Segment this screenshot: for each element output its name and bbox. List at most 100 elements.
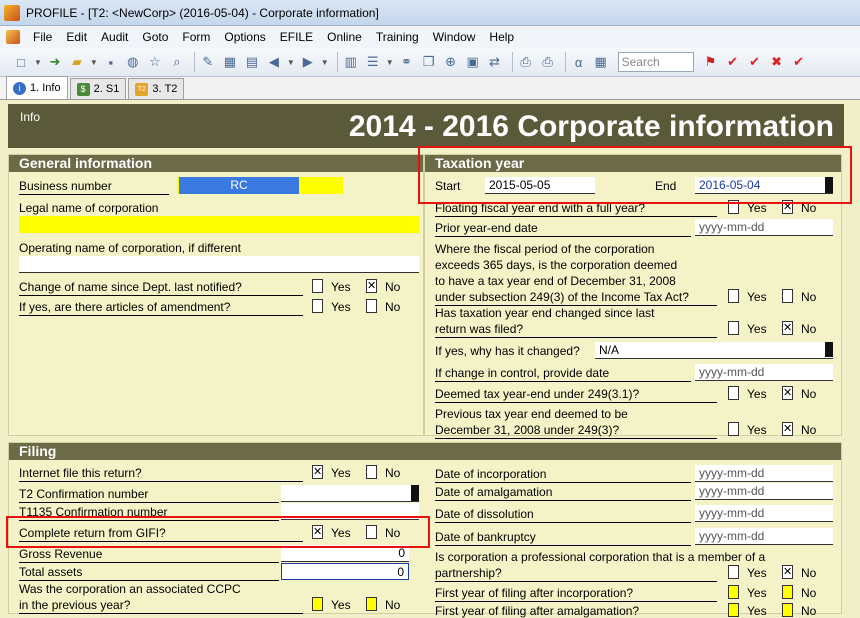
fiscal-yes-checkbox[interactable] xyxy=(728,289,739,303)
menu-form[interactable]: Form xyxy=(175,27,217,47)
internet-yes-checkbox[interactable]: ✕ xyxy=(312,465,323,479)
previous-no-checkbox[interactable]: ✕ xyxy=(782,422,793,436)
t2-confirmation-label: T2 Confirmation number xyxy=(19,487,149,501)
internet-no-checkbox[interactable] xyxy=(366,465,377,479)
yes-option-label: Yes xyxy=(747,387,767,401)
form-icon[interactable]: ▣ xyxy=(464,53,482,71)
first-inc-no-checkbox[interactable] xyxy=(782,585,793,599)
toolbar-divider xyxy=(193,52,195,72)
zoom-in-icon[interactable]: ⊕ xyxy=(442,53,460,71)
menu-goto[interactable]: Goto xyxy=(135,27,175,47)
underline xyxy=(435,601,717,602)
no-option-label: No xyxy=(801,423,817,437)
back-icon[interactable]: ◀ xyxy=(265,53,283,71)
menu-help[interactable]: Help xyxy=(482,27,521,47)
menu-training[interactable]: Training xyxy=(369,27,426,47)
change-name-no-checkbox[interactable]: ✕ xyxy=(366,279,377,293)
menu-audit[interactable]: Audit xyxy=(94,27,135,47)
business-number-label: Business number xyxy=(19,179,112,193)
amalgamation-date-field[interactable]: yyyy-mm-dd xyxy=(695,483,833,500)
first-amal-yes-checkbox[interactable] xyxy=(728,603,739,617)
no-option-label: No xyxy=(385,300,401,314)
mark-icon[interactable]: ✔ xyxy=(790,53,808,71)
menu-efile[interactable]: EFILE xyxy=(273,27,320,47)
t2-confirmation-field[interactable] xyxy=(281,485,419,502)
save-icon[interactable]: ▪ xyxy=(102,53,120,71)
star-icon[interactable]: ☆ xyxy=(146,53,164,71)
ccpc-yes-checkbox[interactable] xyxy=(312,597,323,611)
bankruptcy-date-label: Date of bankruptcy xyxy=(435,530,536,544)
grid-icon[interactable]: ▥ xyxy=(342,53,360,71)
print-all-icon[interactable]: ⎙ xyxy=(539,53,557,71)
audit-person-icon[interactable]: ⚑ xyxy=(702,53,720,71)
bankruptcy-date-field[interactable]: yyyy-mm-dd xyxy=(695,528,833,545)
legal-name-field[interactable] xyxy=(19,216,419,233)
change-name-label: Change of name since Dept. last notified… xyxy=(19,280,242,294)
forward-icon[interactable]: ▶ xyxy=(299,53,317,71)
efile-icon[interactable]: ⇄ xyxy=(486,53,504,71)
dissolution-date-field[interactable]: yyyy-mm-dd xyxy=(695,505,833,522)
changed-no-checkbox[interactable]: ✕ xyxy=(782,321,793,335)
check-all-icon[interactable]: ✔ xyxy=(746,53,764,71)
list-icon[interactable]: ☰ xyxy=(364,53,382,71)
menu-file[interactable]: File xyxy=(26,27,59,47)
tab-t2[interactable]: T2 3. T2 xyxy=(128,78,185,99)
copy-icon[interactable]: ❐ xyxy=(420,53,438,71)
control-date-field[interactable]: yyyy-mm-dd xyxy=(695,364,833,381)
changed-yes-checkbox[interactable] xyxy=(728,321,739,335)
import-icon[interactable]: ➜ xyxy=(46,53,64,71)
language-icon[interactable]: α xyxy=(570,53,588,71)
first-amal-no-checkbox[interactable] xyxy=(782,603,793,617)
business-number-field[interactable]: RC xyxy=(177,177,343,194)
search-input[interactable]: Search xyxy=(617,52,694,72)
t2-confirmation-dropdown[interactable] xyxy=(411,485,419,501)
underline xyxy=(19,481,303,482)
menu-options[interactable]: Options xyxy=(217,27,272,47)
menu-edit[interactable]: Edit xyxy=(59,27,94,47)
no-option-label: No xyxy=(801,322,817,336)
clear-icon[interactable]: ✖ xyxy=(768,53,786,71)
edit-icon[interactable]: ✎ xyxy=(199,53,217,71)
ccpc-no-checkbox[interactable] xyxy=(366,597,377,611)
note-icon[interactable]: ▤ xyxy=(243,53,261,71)
document-icon[interactable] xyxy=(6,30,20,44)
changed-text-1: Has taxation year end changed since last xyxy=(435,306,655,320)
professional-no-checkbox[interactable]: ✕ xyxy=(782,565,793,579)
new-file-icon[interactable]: □ xyxy=(12,53,30,71)
find-icon[interactable]: ⌕ xyxy=(168,53,186,71)
operating-name-field[interactable] xyxy=(19,256,419,273)
articles-yes-checkbox[interactable] xyxy=(312,299,323,313)
check-icon[interactable]: ✔ xyxy=(724,53,742,71)
yes-option-label: Yes xyxy=(331,466,351,480)
fiscal-period-text-1: Where the fiscal period of the corporati… xyxy=(435,242,655,256)
why-changed-dropdown[interactable] xyxy=(825,342,833,357)
articles-no-checkbox[interactable] xyxy=(366,299,377,313)
total-assets-field[interactable]: 0 xyxy=(281,563,409,580)
fiscal-no-checkbox[interactable] xyxy=(782,289,793,303)
print-icon[interactable]: ⎙ xyxy=(517,53,535,71)
change-name-yes-checkbox[interactable] xyxy=(312,279,323,293)
network-icon[interactable]: ⚭ xyxy=(398,53,416,71)
deemed-no-checkbox[interactable]: ✕ xyxy=(782,386,793,400)
first-inc-yes-checkbox[interactable] xyxy=(728,585,739,599)
prior-year-end-field[interactable]: yyyy-mm-dd xyxy=(695,219,833,236)
deemed-yes-checkbox[interactable] xyxy=(728,386,739,400)
fiscal-period-text-3: to have a tax year end of December 31, 2… xyxy=(435,274,676,288)
yes-option-label: Yes xyxy=(747,423,767,437)
print-preview-icon[interactable]: ◍ xyxy=(124,53,142,71)
tab-info[interactable]: i 1. Info xyxy=(6,76,68,99)
menu-window[interactable]: Window xyxy=(426,27,483,47)
table-icon[interactable]: ▦ xyxy=(592,53,610,71)
incorporation-date-label: Date of incorporation xyxy=(435,467,547,481)
open-folder-icon[interactable]: ▰ xyxy=(68,53,86,71)
why-changed-field[interactable]: N/A xyxy=(595,342,833,359)
filing-heading: Filing xyxy=(9,443,841,460)
calculator-icon[interactable]: ▦ xyxy=(221,53,239,71)
menu-online[interactable]: Online xyxy=(320,27,369,47)
professional-yes-checkbox[interactable] xyxy=(728,565,739,579)
tab-s1[interactable]: $ 2. S1 xyxy=(69,78,127,99)
menu-bar: File Edit Audit Goto Form Options EFILE … xyxy=(0,26,860,48)
incorporation-date-field[interactable]: yyyy-mm-dd xyxy=(695,465,833,482)
previous-yes-checkbox[interactable] xyxy=(728,422,739,436)
underline xyxy=(19,562,279,563)
